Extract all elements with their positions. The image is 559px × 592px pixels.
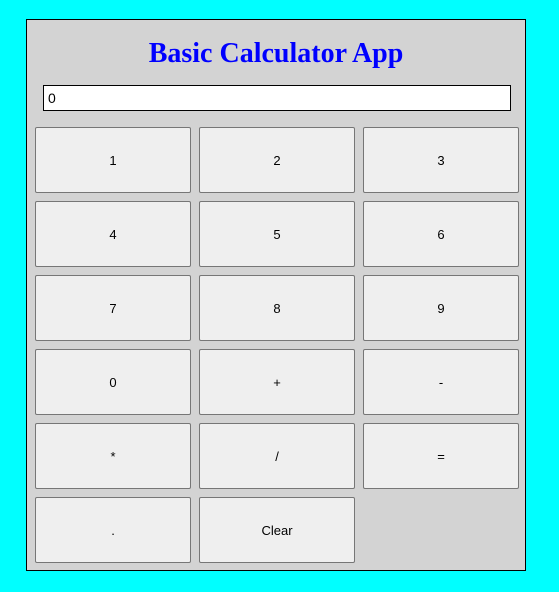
key-3-button[interactable]: 3 [363, 127, 519, 193]
key-1-button[interactable]: 1 [35, 127, 191, 193]
decimal-button[interactable]: . [35, 497, 191, 563]
add-button[interactable]: + [199, 349, 355, 415]
calculator-panel: Basic Calculator App 1 2 3 4 5 6 7 8 9 0… [26, 19, 526, 571]
subtract-button[interactable]: - [363, 349, 519, 415]
key-6-button[interactable]: 6 [363, 201, 519, 267]
key-7-button[interactable]: 7 [35, 275, 191, 341]
clear-button[interactable]: Clear [199, 497, 355, 563]
key-2-button[interactable]: 2 [199, 127, 355, 193]
key-4-button[interactable]: 4 [35, 201, 191, 267]
divide-button[interactable]: / [199, 423, 355, 489]
result-display[interactable] [43, 85, 511, 111]
equals-button[interactable]: = [363, 423, 519, 489]
key-5-button[interactable]: 5 [199, 201, 355, 267]
keypad: 1 2 3 4 5 6 7 8 9 0 + - * / = . Clear [35, 127, 519, 563]
key-9-button[interactable]: 9 [363, 275, 519, 341]
key-8-button[interactable]: 8 [199, 275, 355, 341]
key-0-button[interactable]: 0 [35, 349, 191, 415]
app-title: Basic Calculator App [148, 38, 404, 69]
multiply-button[interactable]: * [35, 423, 191, 489]
